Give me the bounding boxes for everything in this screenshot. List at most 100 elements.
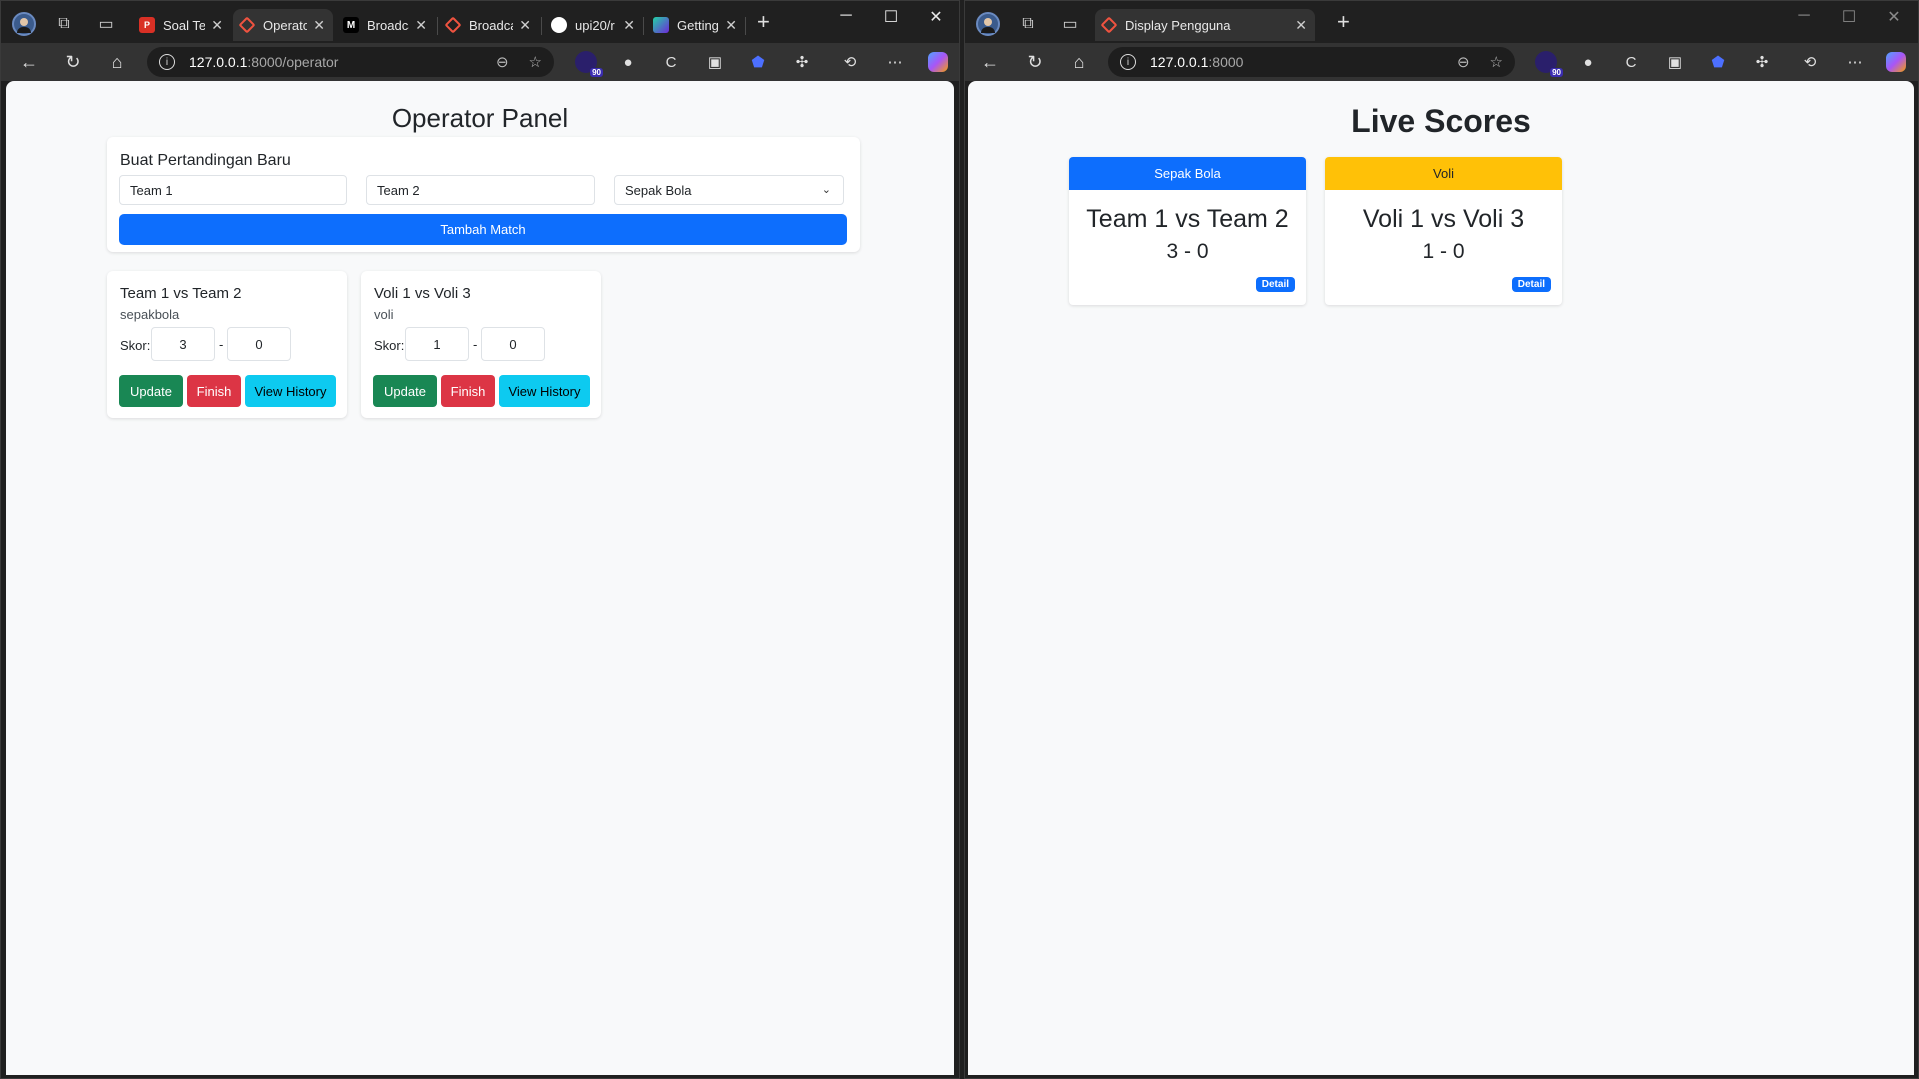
score-card: Sepak Bola Team 1 vs Team 2 3 - 0 Detail xyxy=(1069,157,1306,305)
close-tab-icon[interactable]: ✕ xyxy=(623,17,635,34)
extension-c-icon[interactable]: C xyxy=(1620,51,1642,73)
maximize-icon[interactable]: ☐ xyxy=(1829,7,1869,27)
more-menu-icon[interactable]: ⋯ xyxy=(1844,51,1866,73)
workspaces-icon[interactable]: ⧉ xyxy=(1011,7,1045,41)
address-bar[interactable]: i 127.0.0.1:8000 ⊖ ☆ xyxy=(1108,47,1515,77)
copilot-button[interactable] xyxy=(927,51,949,73)
address-bar[interactable]: i 127.0.0.1:8000/operator ⊖ ☆ xyxy=(147,47,554,77)
history-icon[interactable]: ⟲ xyxy=(839,51,861,73)
sport-select[interactable]: Sepak Bola ⌄ xyxy=(614,175,844,205)
extension-shield-icon[interactable]: ⬟ xyxy=(1707,51,1729,73)
home-icon[interactable]: ⌂ xyxy=(1064,47,1094,77)
browser-toolbar: ← ↻ ⌂ i 127.0.0.1:8000 ⊖ ☆ 90 ● C ▣ ⬟ ✣ … xyxy=(965,43,1918,81)
favorite-star-icon[interactable]: ☆ xyxy=(529,53,542,71)
history-icon[interactable]: ⟲ xyxy=(1799,51,1821,73)
tab-display-pengguna[interactable]: Display Pengguna ✕ xyxy=(1095,9,1315,41)
refresh-icon[interactable]: ↻ xyxy=(1020,47,1050,77)
tab-title: Display Pengguna xyxy=(1125,17,1231,33)
page-title: Live Scores xyxy=(1351,103,1531,139)
finish-button[interactable]: Finish xyxy=(441,375,495,407)
page-title: Operator Panel xyxy=(391,103,569,133)
tab-github[interactable]: upi20/r ✕ xyxy=(543,9,643,41)
view-history-button[interactable]: View History xyxy=(245,375,336,407)
extension-badge: 90 xyxy=(1550,68,1563,77)
view-history-button[interactable]: View History xyxy=(499,375,590,407)
maximize-icon[interactable]: ☐ xyxy=(871,7,911,27)
add-match-button[interactable]: Tambah Match xyxy=(119,214,847,245)
close-tab-icon[interactable]: ✕ xyxy=(1295,17,1307,34)
minimize-icon[interactable]: ─ xyxy=(826,7,866,25)
close-tab-icon[interactable]: ✕ xyxy=(725,17,737,34)
extension-window-icon[interactable]: ▣ xyxy=(1664,51,1686,73)
score-label: Skor: xyxy=(120,338,151,353)
finish-button[interactable]: Finish xyxy=(187,375,241,407)
extension-ublock-icon[interactable]: 90 xyxy=(575,51,603,77)
extensions-puzzle-icon[interactable]: ✣ xyxy=(791,51,813,73)
score-b-input[interactable]: 0 xyxy=(481,327,545,361)
update-button[interactable]: Update xyxy=(119,375,183,407)
profile-button[interactable] xyxy=(971,7,1005,41)
match-teams: Team 1 vs Team 2 xyxy=(1086,205,1289,233)
back-icon[interactable]: ← xyxy=(14,47,44,77)
extension-circle-icon[interactable]: ● xyxy=(617,51,639,73)
extension-c-icon[interactable]: C xyxy=(660,51,682,73)
score-separator: - xyxy=(473,337,478,352)
sport-header: Sepak Bola xyxy=(1069,157,1306,190)
match-sport: voli xyxy=(374,307,394,322)
tab-separator xyxy=(437,17,438,35)
site-info-icon[interactable]: i xyxy=(1120,54,1136,70)
extension-ublock-icon[interactable]: 90 xyxy=(1535,51,1563,77)
profile-avatar-icon xyxy=(12,12,36,36)
tab-broadcast-laravel[interactable]: Broadcast ✕ xyxy=(439,9,539,41)
vertical-tabs-icon[interactable]: ▭ xyxy=(89,7,123,41)
tab-soal-tes[interactable]: P Soal Tes ✕ xyxy=(131,9,231,41)
new-tab-icon[interactable]: + xyxy=(1337,9,1350,35)
extensions-puzzle-icon[interactable]: ✣ xyxy=(1751,51,1773,73)
tab-bar: ⧉ ▭ P Soal Tes ✕ Operator ✕ M Broadcast … xyxy=(1,1,959,43)
profile-button[interactable] xyxy=(7,7,41,41)
vertical-tabs-icon[interactable]: ▭ xyxy=(1053,7,1087,41)
new-tab-icon[interactable]: + xyxy=(757,9,770,35)
score-a-input[interactable]: 1 xyxy=(405,327,469,361)
match-title: Team 1 vs Team 2 xyxy=(120,285,242,302)
workspaces-icon[interactable]: ⧉ xyxy=(47,7,81,41)
close-tab-icon[interactable]: ✕ xyxy=(519,17,531,34)
detail-button[interactable]: Detail xyxy=(1255,277,1295,292)
score-b-input[interactable]: 0 xyxy=(227,327,291,361)
detail-button[interactable]: Detail xyxy=(1511,277,1551,292)
tab-broadcast-medium[interactable]: M Broadcast ✕ xyxy=(335,9,435,41)
site-info-icon[interactable]: i xyxy=(159,54,175,70)
extension-window-icon[interactable]: ▣ xyxy=(704,51,726,73)
back-icon[interactable]: ← xyxy=(975,47,1005,77)
zoom-icon[interactable]: ⊖ xyxy=(496,53,509,71)
extension-circle-icon[interactable]: ● xyxy=(1577,51,1599,73)
tab-title: upi20/r xyxy=(575,17,615,33)
more-menu-icon[interactable]: ⋯ xyxy=(884,51,906,73)
tab-getting[interactable]: Getting ✕ xyxy=(645,9,745,41)
close-window-icon[interactable]: ✕ xyxy=(1874,7,1914,27)
close-tab-icon[interactable]: ✕ xyxy=(211,17,223,34)
tab-operator[interactable]: Operator ✕ xyxy=(233,9,333,41)
close-tab-icon[interactable]: ✕ xyxy=(313,17,325,34)
refresh-icon[interactable]: ↻ xyxy=(58,47,88,77)
copilot-button[interactable] xyxy=(1885,51,1907,73)
score-label: Skor: xyxy=(374,338,405,353)
tab-title: Broadcast xyxy=(469,17,513,33)
tab-bar: ⧉ ▭ Display Pengguna ✕ + ─ ☐ ✕ xyxy=(965,1,1918,43)
team2-input[interactable]: Team 2 xyxy=(366,175,595,205)
favorite-star-icon[interactable]: ☆ xyxy=(1490,53,1503,71)
address-bar-actions: ⊖ ☆ xyxy=(496,53,542,71)
team1-input[interactable]: Team 1 xyxy=(119,175,347,205)
extension-shield-icon[interactable]: ⬟ xyxy=(747,51,769,73)
zoom-icon[interactable]: ⊖ xyxy=(1457,53,1470,71)
sport-select-value: Sepak Bola xyxy=(625,182,692,198)
update-button[interactable]: Update xyxy=(373,375,437,407)
score-card: Voli Voli 1 vs Voli 3 1 - 0 Detail xyxy=(1325,157,1562,305)
minimize-icon[interactable]: ─ xyxy=(1784,7,1824,25)
operator-browser-window: ⧉ ▭ P Soal Tes ✕ Operator ✕ M Broadcast … xyxy=(0,0,960,1079)
medium-icon: M xyxy=(343,17,359,33)
close-window-icon[interactable]: ✕ xyxy=(916,7,956,27)
close-tab-icon[interactable]: ✕ xyxy=(415,17,427,34)
home-icon[interactable]: ⌂ xyxy=(102,47,132,77)
score-a-input[interactable]: 3 xyxy=(151,327,215,361)
